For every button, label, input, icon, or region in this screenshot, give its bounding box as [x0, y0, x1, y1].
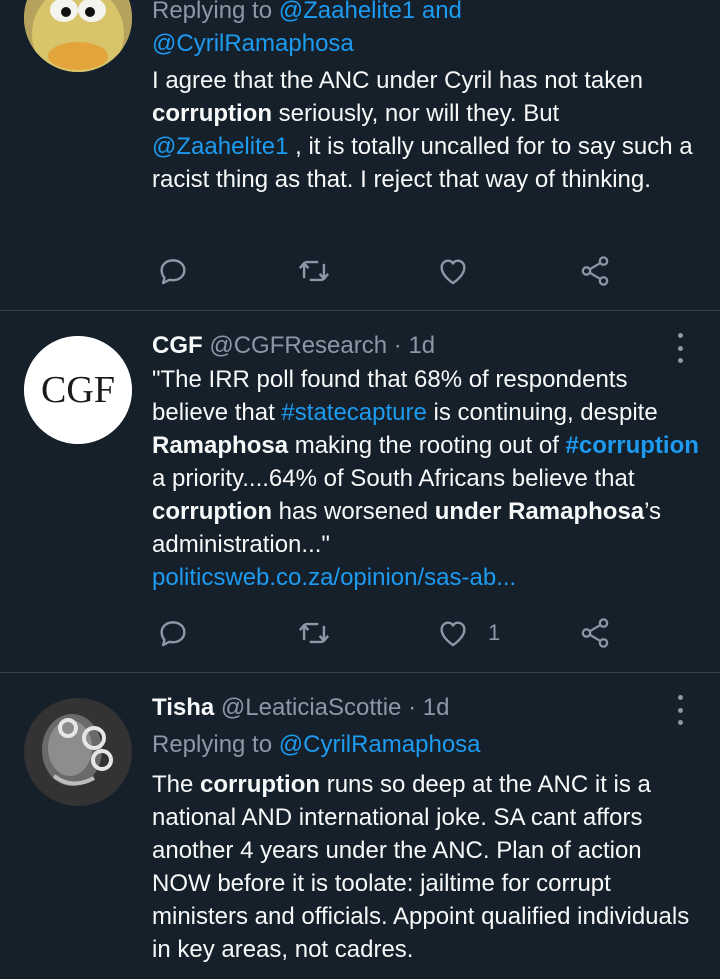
bold-keyword: corruption [152, 498, 272, 525]
user-handle[interactable]: @CGFResearch [209, 332, 387, 359]
replying-to: Replying to @Zaahelite1 and @CyrilRamaph… [152, 0, 702, 60]
reply-icon [160, 259, 186, 285]
retweet-icon [298, 260, 330, 282]
separator-dot: · [408, 694, 417, 721]
tweet-3[interactable]: Tisha @LeaticiaScottie · 1d Replying to … [0, 673, 720, 979]
tweet-actions: 1 [152, 613, 622, 653]
more-icon [677, 695, 683, 700]
like-count: 1 [488, 620, 501, 645]
text-span: a priority....64% of South Africans beli… [152, 465, 635, 492]
mention-link[interactable]: @CyrilRamaphosa [279, 731, 481, 758]
reply-button[interactable] [156, 251, 190, 291]
cgf-logo-icon: CGF [24, 336, 132, 444]
bold-keyword: under Ramaphosa [434, 498, 645, 525]
tweet-actions [152, 251, 622, 291]
external-link[interactable]: politicsweb.co.za/opinion/sas-ab... [152, 564, 516, 591]
retweet-icon [298, 622, 330, 644]
share-button[interactable] [578, 613, 612, 653]
share-icon [581, 618, 609, 648]
mention-link[interactable]: @CyrilRamaphosa [152, 30, 354, 57]
reply-button[interactable] [156, 613, 190, 653]
tweet-1[interactable]: Replying to @Zaahelite1 and @CyrilRamaph… [0, 0, 720, 310]
xray-avatar-image [24, 698, 132, 806]
avatar-tisha[interactable] [24, 698, 132, 806]
avatar-tweet-1[interactable] [24, 0, 132, 72]
text-span: seriously, nor will they. But [272, 100, 560, 127]
avatar-cgf[interactable]: CGF [24, 336, 132, 444]
like-button[interactable]: 1 [436, 613, 500, 653]
tweet-2[interactable]: CGF CGF @CGFResearch · 1d "The IRR poll … [0, 311, 720, 672]
share-icon [581, 256, 609, 286]
replying-to-label: Replying to [152, 0, 273, 24]
text-span: I agree that the ANC under Cyril has not… [152, 67, 643, 94]
text-span: is continuing, despite [426, 399, 658, 426]
bold-keyword: corruption [152, 100, 272, 127]
reply-icon [160, 621, 186, 647]
heart-icon [440, 259, 466, 285]
timestamp[interactable]: 1d [408, 332, 435, 359]
text-span: making the rooting out of [288, 432, 566, 459]
text-span: runs so deep at the ANC it is a national… [152, 771, 690, 963]
more-icon [677, 358, 683, 363]
bold-keyword: Ramaphosa [152, 432, 289, 459]
retweet-button[interactable] [296, 613, 332, 653]
tweet-text: I agree that the ANC under Cyril has not… [152, 64, 702, 196]
more-icon [677, 707, 683, 713]
avatar-logo-text: CGF [41, 369, 115, 411]
heart-icon [440, 621, 466, 647]
more-icon [677, 345, 683, 351]
tweet-header: Tisha @LeaticiaScottie · 1d [152, 691, 702, 724]
mention-link[interactable]: @Zaahelite1 and [279, 0, 462, 24]
user-handle[interactable]: @LeaticiaScottie [221, 694, 401, 721]
more-options-button[interactable] [668, 333, 692, 363]
share-button[interactable] [578, 251, 612, 291]
text-span: has worsened [272, 498, 435, 525]
tweet-text: "The IRR poll found that 68% of responde… [152, 363, 700, 594]
tweet-header: CGF @CGFResearch · 1d [152, 329, 702, 362]
replying-to: Replying to @CyrilRamaphosa [152, 728, 702, 761]
tweet-text: The corruption runs so deep at the ANC i… [152, 768, 700, 966]
mention-link[interactable]: @Zaahelite1 [152, 133, 288, 160]
display-name[interactable]: Tisha [152, 694, 214, 721]
more-icon [677, 333, 683, 338]
display-name[interactable]: CGF [152, 332, 203, 359]
retweet-button[interactable] [296, 251, 332, 291]
more-options-button[interactable] [668, 695, 692, 725]
hashtag-link[interactable]: #corruption [566, 432, 699, 459]
bold-keyword: corruption [200, 771, 321, 798]
timestamp[interactable]: 1d [423, 694, 450, 721]
text-span: The [152, 771, 201, 798]
hashtag-link[interactable]: #statecapture [281, 399, 426, 426]
like-button[interactable] [436, 251, 470, 291]
more-icon [677, 720, 683, 725]
puppet-avatar-image [24, 0, 132, 72]
replying-to-label: Replying to [152, 731, 273, 758]
separator-dot: · [393, 332, 402, 359]
